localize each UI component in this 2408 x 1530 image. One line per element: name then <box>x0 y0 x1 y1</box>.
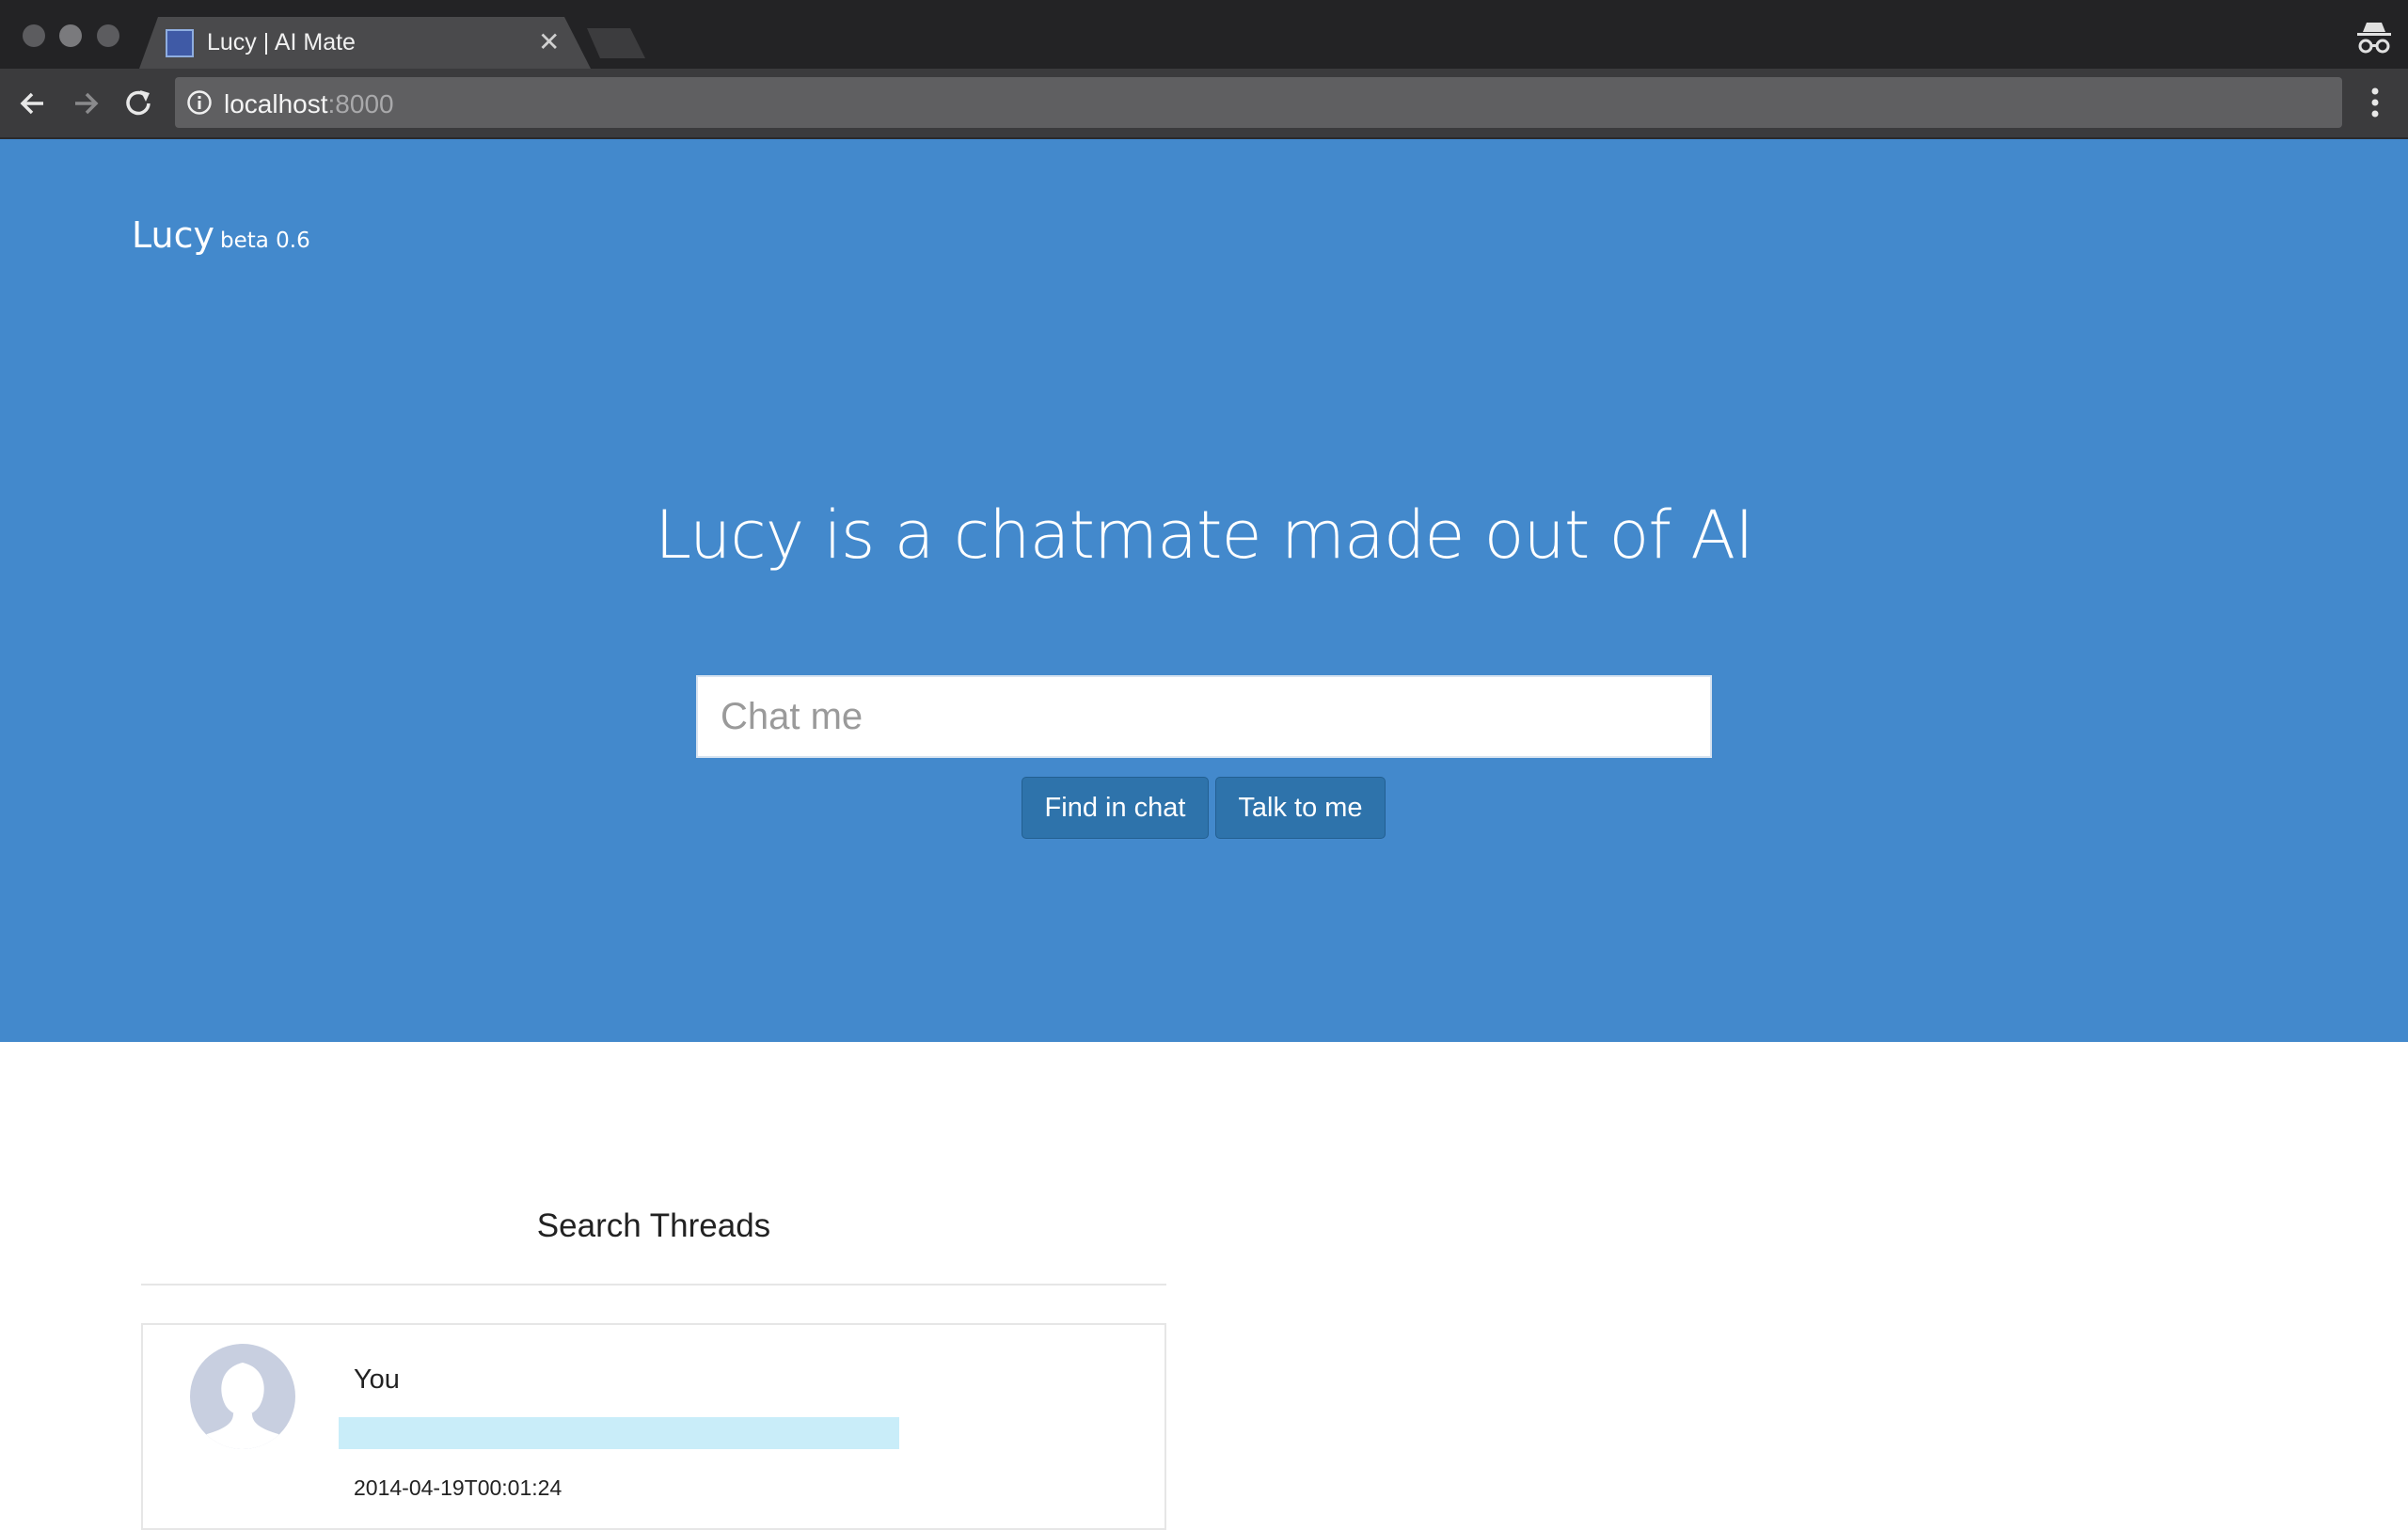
thread-item[interactable]: You 2014-04-19T00:01:24 <box>141 1323 1166 1530</box>
url-host: localhost <box>224 89 328 118</box>
window-zoom-dot[interactable] <box>97 24 119 47</box>
brand-name: Lucy <box>132 214 214 256</box>
tab-favicon-icon <box>166 29 194 57</box>
new-tab-button[interactable] <box>583 28 649 58</box>
window-close-dot[interactable] <box>23 24 45 47</box>
brand-version: beta 0.6 <box>219 229 310 253</box>
thread-timestamp: 2014-04-19T00:01:24 <box>354 1475 562 1500</box>
hero-headline: Lucy is a chatmate made out of AI <box>655 497 1754 574</box>
tab-title: Lucy | AI Mate <box>207 29 356 55</box>
find-in-chat-button[interactable]: Find in chat <box>1022 777 1209 839</box>
avatar-icon <box>190 1344 295 1449</box>
incognito-icon <box>2357 23 2391 54</box>
url-text[interactable]: localhost:8000 <box>224 89 394 119</box>
talk-to-me-button[interactable]: Talk to me <box>1215 777 1386 839</box>
threads-divider <box>141 1284 1166 1286</box>
thread-author: You <box>354 1364 400 1395</box>
search-threads-heading: Search Threads <box>536 1207 771 1244</box>
window-minimize-dot[interactable] <box>59 24 82 47</box>
site-info-icon[interactable] <box>186 89 213 116</box>
browser-tab-strip: Lucy | AI Mate ✕ <box>0 0 2408 69</box>
browser-toolbar: localhost:8000 <box>0 69 2408 139</box>
back-icon[interactable] <box>15 86 51 121</box>
brand-logo[interactable]: Lucy beta 0.6 <box>132 214 310 256</box>
browser-menu-icon[interactable] <box>2361 86 2389 119</box>
address-bar[interactable]: localhost:8000 <box>175 77 2342 128</box>
chat-input[interactable] <box>696 675 1712 758</box>
reload-icon[interactable] <box>120 86 156 121</box>
hero-section: Lucy beta 0.6 Lucy is a chatmate made out… <box>0 139 2408 1042</box>
thread-message-highlight <box>339 1417 899 1449</box>
forward-icon[interactable] <box>68 86 103 121</box>
url-port: :8000 <box>327 89 394 118</box>
tab-close-icon[interactable]: ✕ <box>538 26 560 57</box>
